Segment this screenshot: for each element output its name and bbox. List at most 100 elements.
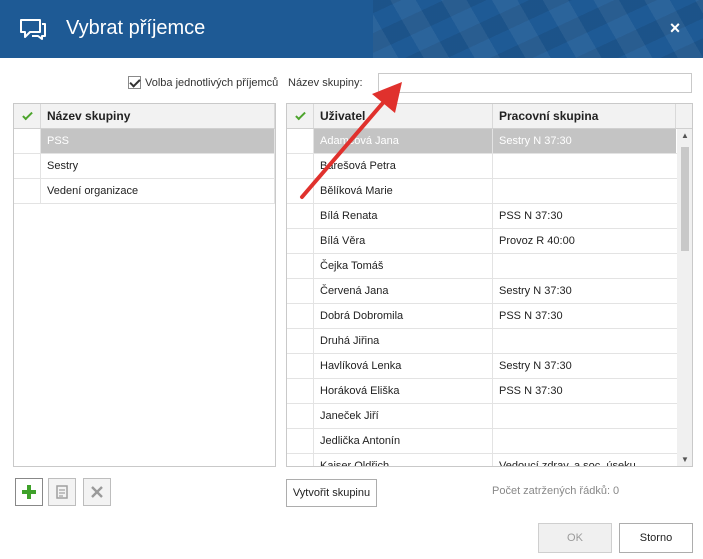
group-name-cell: Sestry [41,154,275,178]
user-cell: Červená Jana [314,279,493,303]
row-checkbox[interactable] [287,179,314,203]
header-spacer [676,104,692,128]
plus-icon [22,485,36,499]
workgroup-cell: Sestry N 37:30 [499,360,572,372]
workgroup-cell [493,254,676,278]
user-cell: Horáková Eliška [314,379,493,403]
table-row[interactable]: Sestry [14,154,275,179]
workgroup-cell [493,429,676,453]
table-row[interactable]: Druhá Jiřina [287,329,677,354]
row-checkbox[interactable] [287,454,314,466]
row-checkbox[interactable] [287,229,314,253]
users-table-body: Adamcová Jana Sestry N 37:30 Barešová Petr… [287,129,677,467]
table-row[interactable]: Bílá Věra Provoz R 40:00 [287,229,677,254]
users-table-header: Uživatel Pracovní skupina [287,104,692,129]
scroll-up-icon[interactable]: ▲ [677,129,692,143]
row-checkbox[interactable] [287,129,314,153]
table-row[interactable]: PSS [14,129,275,154]
workgroup-cell [493,154,676,178]
group-name-cell: Vedení organizace [41,179,275,203]
table-row[interactable]: Adamcová Jana Sestry N 37:30 [287,129,677,154]
workgroup-cell: Sestry N 37:30 [493,129,676,153]
select-all-checkbox[interactable] [14,104,41,128]
workgroup-cell: Provoz R 40:00 [499,235,575,247]
table-row[interactable]: Červená Jana Sestry N 37:30 [287,279,677,304]
row-checkbox[interactable] [14,179,41,203]
user-cell: Čejka Tomáš [314,254,493,278]
check-icon [294,109,306,120]
table-row[interactable]: Barešová Petra [287,154,677,179]
individual-recipients-label: Volba jednotlivých příjemců [145,76,279,89]
table-row[interactable]: Vedení organizace [14,179,275,204]
table-row[interactable]: Bělíková Marie [287,179,677,204]
user-cell: Jedlička Antonín [314,429,493,453]
check-icon [21,109,33,120]
user-cell: Bělíková Marie [314,179,493,203]
user-cell: Barešová Petra [314,154,493,178]
title-bar: Vybrat příjemce × [0,0,703,58]
table-row[interactable]: Kaiser Oldřich Vedoucí zdrav. a soc. úsek… [287,454,677,467]
individual-recipients-checkbox[interactable] [128,76,141,89]
row-checkbox[interactable] [287,429,314,453]
user-cell: Druhá Jiřina [314,329,493,353]
workgroup-cell: Sestry N 37:30 [499,285,572,297]
group-name-column-header[interactable]: Název skupiny [41,104,275,128]
delete-icon [91,486,103,498]
ok-button[interactable]: OK [538,523,612,553]
table-row[interactable]: Havlíková Lenka Sestry N 37:30 [287,354,677,379]
users-table: Uživatel Pracovní skupina Adamcová Jana S… [286,103,693,467]
group-name-label: Název skupiny: [288,77,363,89]
user-cell: Kaiser Oldřich [314,454,493,466]
user-cell: Bílá Renata [314,204,493,228]
row-checkbox[interactable] [14,154,41,178]
individual-recipients-option[interactable]: Volba jednotlivých příjemců [128,76,278,89]
select-all-users-checkbox[interactable] [287,104,314,128]
workgroup-cell: PSS N 37:30 [499,210,563,222]
scroll-down-icon[interactable]: ▼ [677,453,692,466]
user-cell: Janeček Jiří [314,404,493,428]
close-icon[interactable]: × [665,18,685,38]
selected-rows-count: Počet zatržených řádků: 0 [492,485,620,497]
dialog-title: Vybrat příjemce [66,17,206,39]
row-checkbox[interactable] [14,129,41,153]
row-checkbox[interactable] [287,329,314,353]
group-name-input[interactable] [378,73,692,93]
workgroup-column-header[interactable]: Pracovní skupina [493,104,676,128]
edit-icon [56,485,68,499]
vertical-scrollbar[interactable]: ▲ ▼ [677,129,692,466]
scrollbar-thumb[interactable] [681,147,689,251]
table-row[interactable]: Jedlička Antonín [287,429,677,454]
row-checkbox[interactable] [287,354,314,378]
table-row[interactable]: Dobrá Dobromila PSS N 37:30 [287,304,677,329]
groups-table-header: Název skupiny [14,104,275,129]
workgroup-cell [493,179,676,203]
table-row[interactable]: Janeček Jiří [287,404,677,429]
workgroup-cell: Vedoucí zdrav. a soc. úseku [499,460,636,467]
group-name-cell: PSS [41,129,275,153]
workgroup-cell: PSS N 37:30 [499,385,563,397]
table-row[interactable]: Horáková Eliška PSS N 37:30 [287,379,677,404]
cancel-button[interactable]: Storno [619,523,693,553]
delete-group-button[interactable] [83,478,111,506]
add-group-button[interactable] [15,478,43,506]
row-checkbox[interactable] [287,204,314,228]
table-row[interactable]: Bílá Renata PSS N 37:30 [287,204,677,229]
row-checkbox[interactable] [287,154,314,178]
workgroup-cell [493,404,676,428]
user-cell: Havlíková Lenka [314,354,493,378]
title-bar-decoration [373,0,703,58]
user-cell: Dobrá Dobromila [314,304,493,328]
row-checkbox[interactable] [287,254,314,278]
create-group-button[interactable]: Vytvořit skupinu [286,479,377,507]
table-row[interactable]: Čejka Tomáš [287,254,677,279]
row-checkbox[interactable] [287,379,314,403]
row-checkbox[interactable] [287,304,314,328]
message-icon [20,19,46,40]
user-cell: Adamcová Jana [314,129,493,153]
user-column-header[interactable]: Uživatel [314,104,493,128]
row-checkbox[interactable] [287,279,314,303]
edit-group-button[interactable] [48,478,76,506]
workgroup-cell: PSS N 37:30 [499,310,563,322]
groups-table: Název skupiny PSS Sestry Vedení organiza… [13,103,276,467]
row-checkbox[interactable] [287,404,314,428]
